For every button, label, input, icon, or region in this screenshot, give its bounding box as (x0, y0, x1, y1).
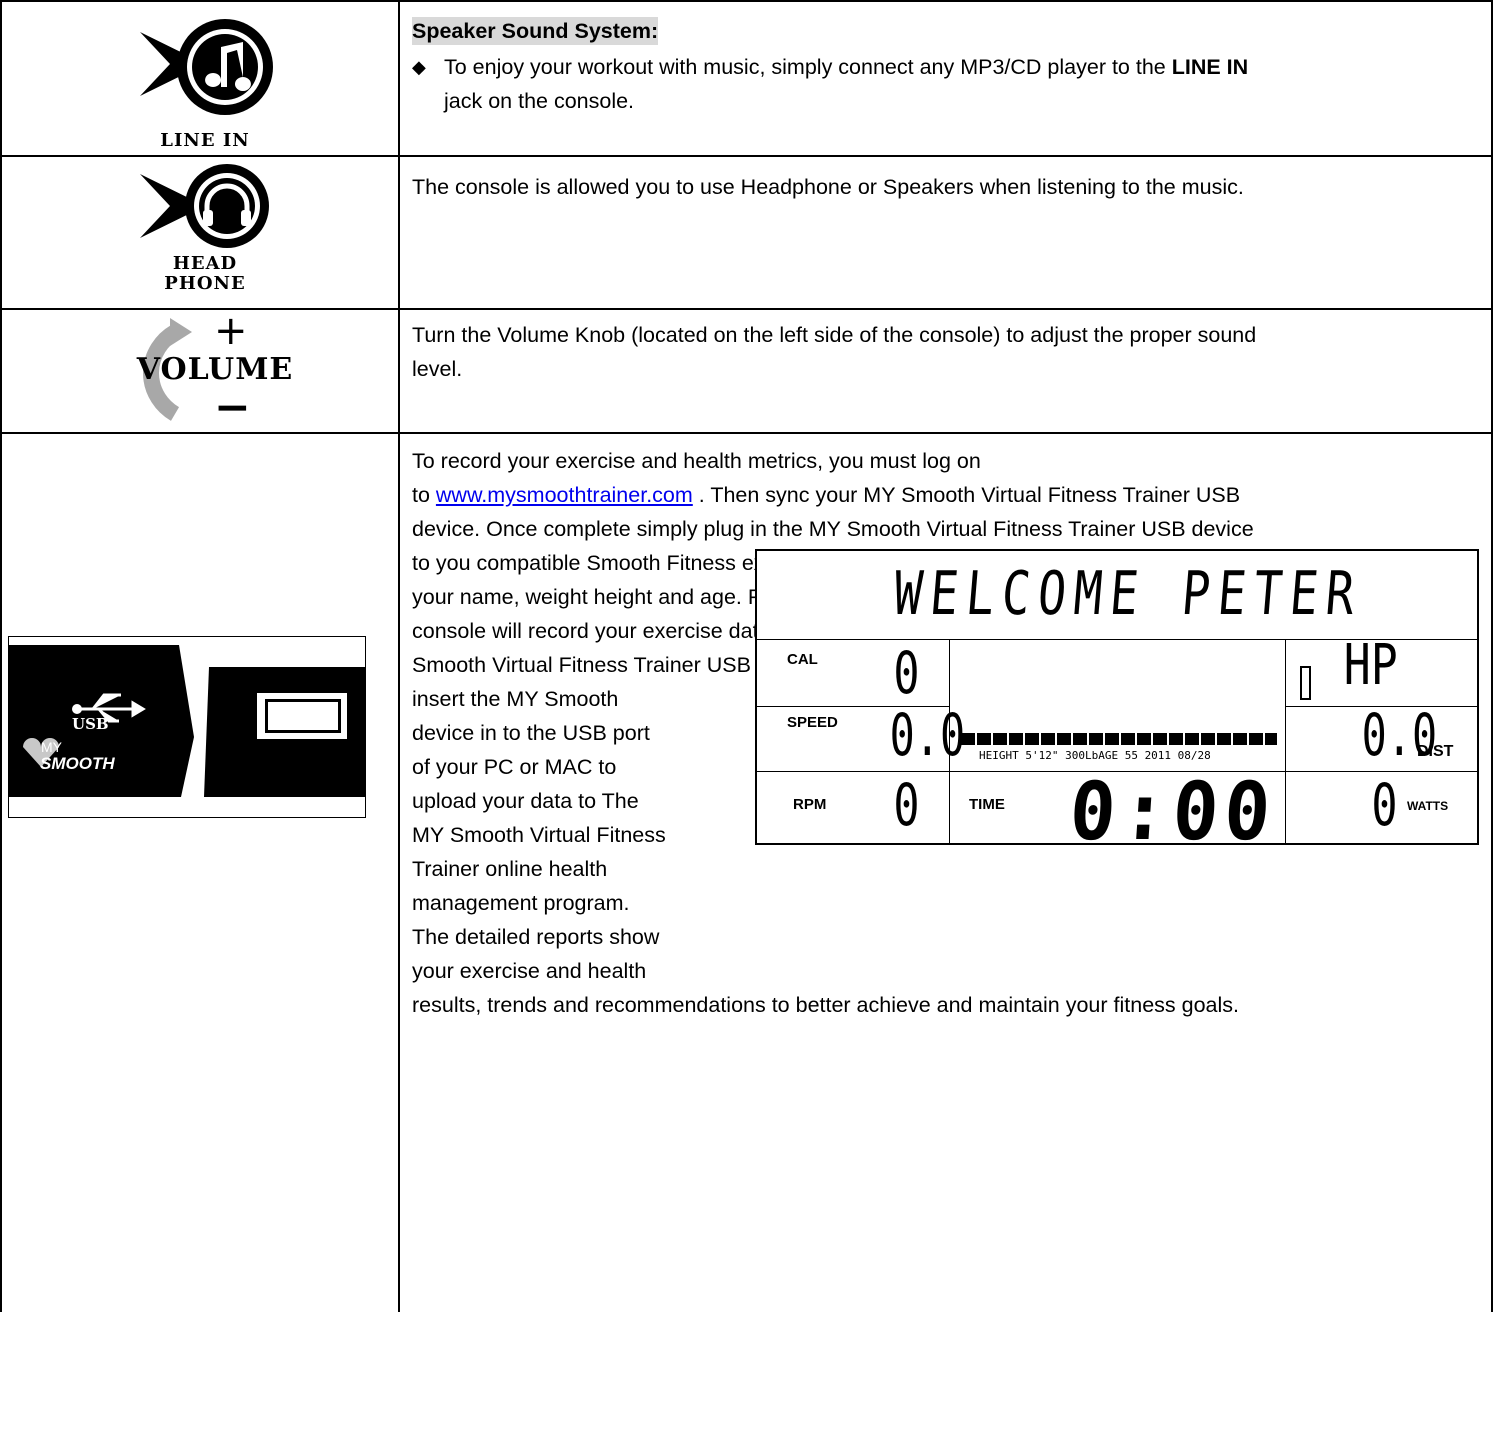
headphone-label-line2: PHONE (164, 273, 246, 294)
lcd-speed-label: SPEED (787, 714, 838, 731)
narrow-text-line: The detailed reports show (412, 925, 660, 949)
usb-text-span: to (412, 483, 436, 507)
bullet-item: ◆ To enjoy your workout with music, simp… (412, 50, 1472, 118)
instruction-table: LINE IN Speaker Sound System: ◆ To enjoy… (0, 0, 1493, 1312)
narrow-text-line: of your PC or MAC to (412, 755, 617, 779)
table-border-left (0, 0, 2, 1312)
bullet-text-cont: jack on the console. (444, 89, 635, 113)
headphone-label: HEAD PHONE (105, 254, 305, 294)
usb-text-line: device. Once complete simply plug in the… (412, 517, 1254, 541)
volume-plus: + (214, 308, 248, 354)
mysmoothtrainer-link[interactable]: www.mysmoothtrainer.com (436, 483, 693, 507)
lcd-cal-value: 0 (893, 639, 920, 707)
lcd-dist-label: DIST (1417, 743, 1454, 760)
lcd-welcome-banner: WELCOME PETER (891, 559, 1365, 629)
smooth-icon-label: SMOOTH (40, 754, 115, 773)
usb-smooth-icon: USB MY SMOOTH (8, 636, 368, 1456)
headphone-icon: HEAD PHONE (135, 162, 275, 302)
narrow-text-line: device in to the USB port (412, 721, 650, 745)
line-in-bold: LINE IN (1171, 55, 1249, 79)
narrow-text-line: Trainer online health (412, 857, 608, 881)
table-border-top (0, 0, 1493, 2)
lcd-watts-value: 0 (1371, 771, 1398, 839)
headphone-label-line1: HEAD (172, 253, 238, 274)
narrow-text-line: MY Smooth Virtual Fitness (412, 823, 666, 847)
narrow-text-line: your exercise and health (412, 959, 647, 983)
bullet-text: To enjoy your workout with music, simply… (444, 55, 1172, 79)
narrow-text-line: insert the MY Smooth (412, 687, 619, 711)
volume-icon: + VOLUME − (100, 308, 320, 433)
lcd-progress-bar (961, 733, 1277, 745)
column-divider (398, 0, 400, 1312)
lcd-time-label: TIME (969, 796, 1005, 813)
lcd-time-value: 0:00 (1066, 765, 1279, 858)
lcd-info-line: HEIGHT 5'12" 300LbAGE 55 2011 08/28 (979, 749, 1211, 762)
line-in-label: LINE IN (160, 130, 250, 151)
battery-icon (1300, 666, 1311, 700)
section-heading: Speaker Sound System: (412, 17, 659, 45)
lcd-divider (1285, 639, 1286, 843)
usb-description-end: results, trends and recommendations to b… (412, 993, 1240, 1017)
usb-text-span: . Then sync your MY Smooth Virtual Fitne… (692, 483, 1241, 507)
volume-text-line1: Turn the Volume Knob (located on the lef… (412, 323, 1257, 347)
narrow-text-line: upload your data to The (412, 789, 639, 813)
lcd-speed-value: 0.0 (889, 701, 966, 769)
usb-description-narrow: insert the MY Smooth device in to the US… (412, 682, 752, 988)
line-in-icon: LINE IN (135, 12, 275, 152)
my-icon-label: MY (41, 739, 62, 755)
lcd-rpm-value: 0 (893, 771, 920, 839)
line-in-description: Speaker Sound System: ◆ To enjoy your wo… (412, 14, 1472, 118)
volume-description: Turn the Volume Knob (located on the lef… (412, 318, 1472, 386)
diamond-bullet-icon: ◆ (412, 57, 426, 77)
lcd-rpm-label: RPM (793, 796, 827, 813)
narrow-text-line: management program. (412, 891, 630, 915)
lcd-watts-label: WATTS (1407, 799, 1449, 813)
row-divider-1 (0, 155, 1493, 157)
usb-text-line: to www.mysmoothtrainer.com . Then sync y… (412, 478, 1472, 512)
console-lcd-display: WELCOME PETER CAL 0 HP SPEED 0.0 0.0 DIS… (755, 549, 1479, 858)
volume-text-line2: level. (412, 357, 463, 381)
usb-text-line: To record your exercise and health metri… (412, 449, 981, 473)
usb-icon-label: USB (72, 715, 109, 733)
volume-minus: − (214, 382, 251, 433)
lcd-cal-label: CAL (787, 651, 818, 668)
lcd-hp-value: HP (1343, 633, 1398, 698)
headphone-description: The console is allowed you to use Headph… (412, 175, 1244, 199)
